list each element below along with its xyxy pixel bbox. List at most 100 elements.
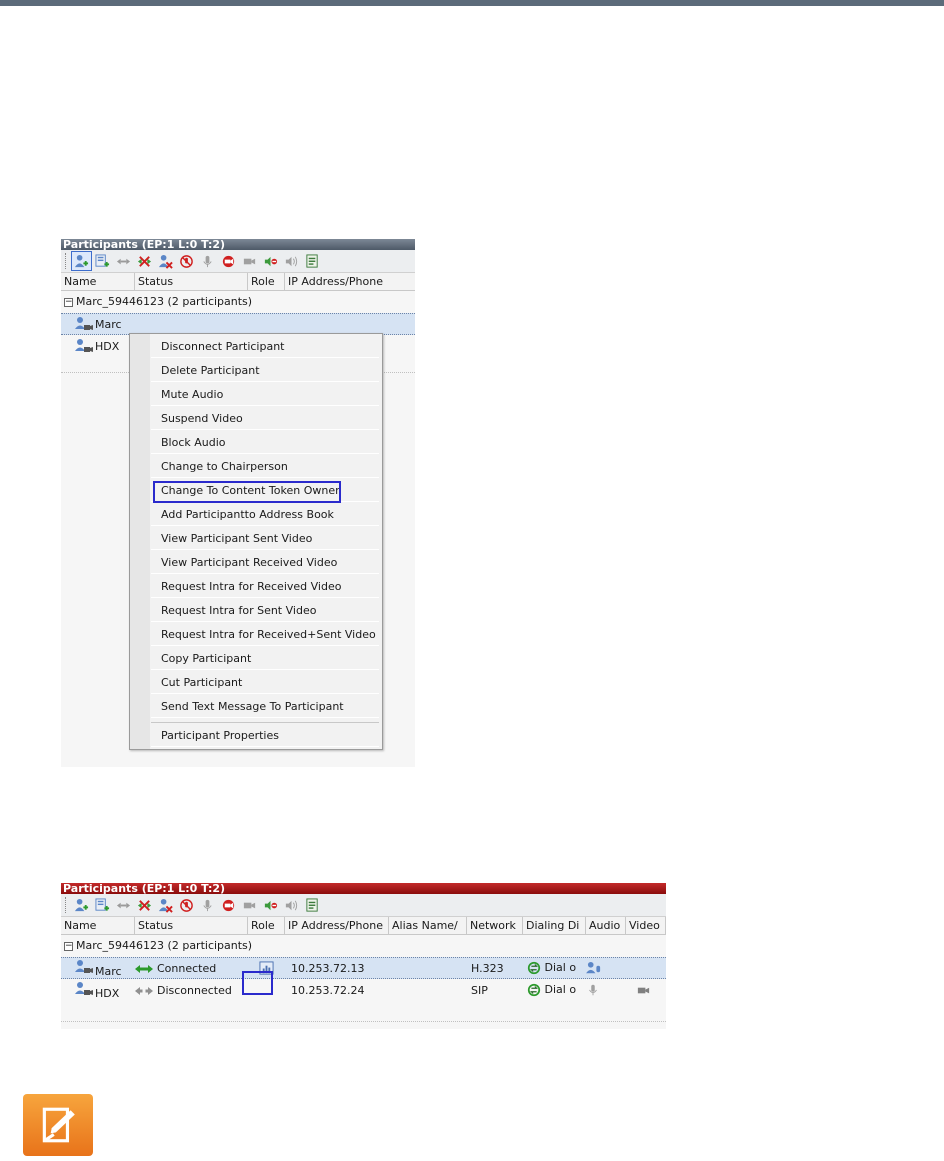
block-audio-icon[interactable] — [261, 896, 280, 914]
column-header-status[interactable]: Status — [135, 273, 248, 290]
participants-toolbar — [61, 894, 666, 917]
column-header-role[interactable]: Role — [248, 917, 285, 934]
dial-out-icon — [527, 983, 541, 997]
audio-active-icon — [586, 961, 601, 973]
participant-name: Marc — [95, 317, 122, 331]
participant-row[interactable]: Marc — [61, 313, 415, 335]
column-header-network[interactable]: Network — [467, 917, 523, 934]
menu-item-change-to-chairperson[interactable]: Change to Chairperson — [151, 455, 379, 478]
video-camera-icon — [637, 987, 650, 993]
disconnect-icon[interactable] — [135, 252, 154, 270]
column-header-status[interactable]: Status — [135, 917, 248, 934]
menu-item-view-sent-video[interactable]: View Participant Sent Video — [151, 527, 379, 550]
video-camera-icon[interactable] — [240, 252, 259, 270]
menu-item-add-to-address-book[interactable]: Add Participantto Address Book — [151, 503, 379, 526]
participants-panel-bottom: Participants (EP:1 L:0 T:2) Name Status … — [61, 883, 666, 1029]
delete-participant-icon[interactable] — [156, 252, 175, 270]
dialing-cell: Dial o — [523, 961, 586, 975]
column-header-ip[interactable]: IP Address/Phone — [285, 917, 389, 934]
column-header-ip[interactable]: IP Address/Phone — [285, 273, 415, 290]
column-header-row: Name Status Role IP Address/Phone — [61, 273, 415, 291]
column-header-alias[interactable]: Alias Name/ — [389, 917, 467, 934]
highlight-box — [153, 481, 341, 503]
participant-row[interactable]: HDX Disconnected 10.253.72.24 SIP Dial o — [61, 979, 666, 1001]
participant-properties-icon[interactable] — [303, 896, 322, 914]
speaker-icon[interactable] — [282, 252, 301, 270]
dialing-direction: Dial o — [544, 983, 577, 996]
participant-row[interactable]: Marc Connected 10.253.72.13 H.323 Dial o — [61, 957, 666, 979]
participant-properties-icon[interactable] — [303, 252, 322, 270]
menu-separator — [151, 722, 379, 723]
mute-audio-icon[interactable] — [177, 896, 196, 914]
participant-name: HDX — [95, 339, 120, 353]
column-header-row: Name Status Role IP Address/Phone Alias … — [61, 917, 666, 935]
menu-item-participant-properties[interactable]: Participant Properties — [151, 724, 379, 747]
dialing-cell: Dial o — [523, 983, 586, 997]
participant-status: Disconnected — [157, 983, 232, 997]
microphone-icon[interactable] — [198, 252, 217, 270]
connect-icon[interactable] — [114, 896, 133, 914]
connected-icon — [135, 964, 153, 973]
menu-item-disconnect-participant[interactable]: Disconnect Participant — [151, 335, 379, 358]
menu-item-view-received-video[interactable]: View Participant Received Video — [151, 551, 379, 574]
disconnected-icon — [135, 986, 153, 995]
menu-item-mute-audio[interactable]: Mute Audio — [151, 383, 379, 406]
menu-item-send-text-message[interactable]: Send Text Message To Participant — [151, 695, 379, 718]
menu-item-cut-participant[interactable]: Cut Participant — [151, 671, 379, 694]
menu-item-block-audio[interactable]: Block Audio — [151, 431, 379, 454]
audio-cell — [586, 961, 626, 976]
column-header-role[interactable]: Role — [248, 273, 285, 290]
participant-status: Connected — [157, 961, 217, 975]
network-cell: SIP — [471, 983, 488, 997]
microphone-icon[interactable] — [198, 896, 217, 914]
group-label: Marc_59446123 (2 participants) — [76, 295, 253, 308]
add-participant-icon[interactable] — [71, 251, 92, 271]
participant-video-icon — [75, 981, 95, 997]
collapse-icon[interactable]: − — [64, 297, 73, 307]
add-from-address-book-icon[interactable] — [93, 896, 112, 914]
column-header-name[interactable]: Name — [61, 917, 135, 934]
column-header-dialing[interactable]: Dialing Di — [523, 917, 586, 934]
conference-group-row[interactable]: − Marc_59446123 (2 participants) — [61, 291, 415, 313]
column-header-name[interactable]: Name — [61, 273, 135, 290]
disconnect-icon[interactable] — [135, 896, 154, 914]
audio-cell — [586, 983, 626, 997]
video-camera-icon[interactable] — [240, 896, 259, 914]
speaker-icon[interactable] — [282, 896, 301, 914]
dial-out-icon — [527, 961, 541, 975]
add-from-address-book-icon[interactable] — [93, 252, 112, 270]
highlight-box — [242, 971, 273, 995]
participant-context-menu: Disconnect Participant Delete Participan… — [129, 333, 383, 750]
status-cell: Connected — [135, 962, 248, 975]
column-header-video[interactable]: Video — [626, 917, 666, 934]
toolbar-grip — [65, 253, 68, 269]
participant-video-icon — [75, 959, 95, 975]
panel-title: Participants (EP:1 L:0 T:2) — [61, 883, 666, 894]
participant-name: HDX — [95, 986, 120, 1000]
mute-audio-icon[interactable] — [177, 252, 196, 270]
menu-item-request-intra-sent[interactable]: Request Intra for Sent Video — [151, 599, 379, 622]
panel-title: Participants (EP:1 L:0 T:2) — [61, 239, 415, 250]
menu-icon-strip — [130, 334, 150, 749]
connect-icon[interactable] — [114, 252, 133, 270]
delete-participant-icon[interactable] — [156, 896, 175, 914]
menu-item-copy-participant[interactable]: Copy Participant — [151, 647, 379, 670]
group-label: Marc_59446123 (2 participants) — [76, 939, 253, 952]
add-participant-icon[interactable] — [72, 896, 91, 914]
block-audio-icon[interactable] — [261, 252, 280, 270]
column-header-audio[interactable]: Audio — [586, 917, 626, 934]
name-cell: Marc — [61, 959, 135, 978]
collapse-icon[interactable]: − — [64, 941, 73, 951]
toolbar-grip — [65, 897, 68, 913]
participant-video-icon — [75, 338, 95, 354]
row-divider — [61, 1021, 666, 1023]
network-cell: H.323 — [471, 961, 504, 975]
dialing-direction: Dial o — [544, 961, 577, 974]
suspend-video-icon[interactable] — [219, 896, 238, 914]
conference-group-row[interactable]: − Marc_59446123 (2 participants) — [61, 935, 666, 957]
suspend-video-icon[interactable] — [219, 252, 238, 270]
menu-item-request-intra-received[interactable]: Request Intra for Received Video — [151, 575, 379, 598]
menu-item-request-intra-received-sent[interactable]: Request Intra for Received+Sent Video — [151, 623, 379, 646]
menu-item-suspend-video[interactable]: Suspend Video — [151, 407, 379, 430]
menu-item-delete-participant[interactable]: Delete Participant — [151, 359, 379, 382]
